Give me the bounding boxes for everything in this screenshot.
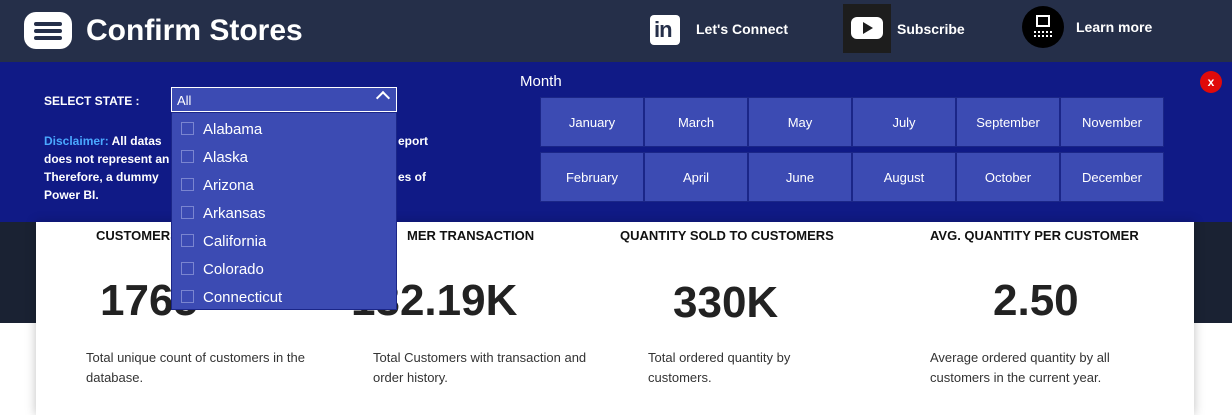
kpi-title-transactions: MER TRANSACTION bbox=[407, 228, 535, 243]
kpi-desc-avg-quantity: Average ordered quantity by all customer… bbox=[930, 350, 1110, 385]
kpi-desc-quantity: Total ordered quantity by customers. bbox=[648, 350, 791, 385]
state-option[interactable]: Colorado bbox=[172, 255, 396, 283]
kpi-desc-transactions: Total Customers with transaction and ord… bbox=[373, 350, 587, 385]
month-button[interactable]: October bbox=[956, 152, 1060, 202]
hamburger-menu-button[interactable] bbox=[24, 12, 72, 49]
top-header: Confirm Stores in Let's Connect Subscrib… bbox=[0, 0, 1232, 62]
state-option-label: Alaska bbox=[203, 149, 249, 166]
state-dropdown-list: Alabama Alaska Arizona Arkansas Californ… bbox=[171, 112, 397, 310]
menu-line-icon bbox=[34, 29, 62, 33]
chevron-up-icon[interactable] bbox=[375, 90, 391, 106]
month-button[interactable]: January bbox=[540, 97, 644, 147]
month-button[interactable]: December bbox=[1060, 152, 1164, 202]
app-title: Confirm Stores bbox=[86, 14, 303, 47]
kpi-title-customers: CUSTOMERS bbox=[96, 228, 179, 243]
disclaimer-heading: Disclaimer: bbox=[44, 134, 109, 148]
state-option-label: Arkansas bbox=[203, 205, 266, 222]
state-option[interactable]: California bbox=[172, 227, 396, 255]
checkbox-icon[interactable] bbox=[181, 150, 194, 163]
learn-more-icon[interactable] bbox=[1022, 6, 1064, 48]
state-option-label: Connecticut bbox=[203, 289, 283, 306]
kpi-desc-customers: Total unique count of customers in the d… bbox=[86, 350, 305, 385]
checkbox-icon[interactable] bbox=[181, 178, 194, 191]
state-option[interactable]: Alabama bbox=[172, 115, 396, 143]
kpi-value-avg-quantity: 2.50 bbox=[993, 276, 1079, 325]
month-button[interactable]: June bbox=[748, 152, 852, 202]
checkbox-icon[interactable] bbox=[181, 122, 194, 135]
state-option[interactable]: Arizona bbox=[172, 171, 396, 199]
state-option[interactable]: Arkansas bbox=[172, 199, 396, 227]
month-slicer: January March May July September Novembe… bbox=[540, 97, 1164, 202]
disclaimer-line: eport bbox=[398, 134, 428, 148]
menu-line-icon bbox=[34, 22, 62, 26]
state-option-label: Colorado bbox=[203, 261, 264, 278]
youtube-button[interactable] bbox=[843, 4, 891, 53]
month-title: Month bbox=[520, 73, 562, 90]
state-dropdown[interactable]: All bbox=[171, 87, 397, 112]
lets-connect-link[interactable]: Let's Connect bbox=[696, 21, 788, 37]
disclaimer-line: does not represent an bbox=[44, 152, 170, 166]
month-button[interactable]: May bbox=[748, 97, 852, 147]
linkedin-icon[interactable]: in bbox=[650, 15, 680, 45]
disclaimer-line: All datas bbox=[111, 134, 162, 148]
state-option-label: Arizona bbox=[203, 177, 254, 194]
month-button[interactable]: November bbox=[1060, 97, 1164, 147]
kpi-value-quantity: 330K bbox=[673, 278, 779, 327]
month-button[interactable]: July bbox=[852, 97, 956, 147]
checkbox-icon[interactable] bbox=[181, 290, 194, 303]
youtube-icon bbox=[851, 17, 883, 39]
menu-line-icon bbox=[34, 36, 62, 40]
month-button[interactable]: March bbox=[644, 97, 748, 147]
state-option-label: California bbox=[203, 233, 267, 250]
checkbox-icon[interactable] bbox=[181, 206, 194, 219]
learn-more-link[interactable]: Learn more bbox=[1076, 19, 1152, 35]
disclaimer-text-right: eport es of bbox=[398, 132, 428, 186]
kpi-title-avg-quantity: AVG. QUANTITY PER CUSTOMER bbox=[930, 228, 1139, 243]
disclaimer-text: Disclaimer: All datas does not represent… bbox=[44, 132, 174, 204]
state-option[interactable]: Connecticut bbox=[172, 283, 396, 311]
select-state-label: SELECT STATE : bbox=[44, 94, 140, 108]
disclaimer-line: es of bbox=[398, 170, 427, 184]
state-option[interactable]: Alaska bbox=[172, 143, 396, 171]
checkbox-icon[interactable] bbox=[181, 262, 194, 275]
checkbox-icon[interactable] bbox=[181, 234, 194, 247]
month-button[interactable]: September bbox=[956, 97, 1060, 147]
disclaimer-line: Power BI. bbox=[44, 188, 99, 202]
state-dropdown-value: All bbox=[177, 93, 192, 108]
disclaimer-line: Therefore, a dummy bbox=[44, 170, 159, 184]
close-button[interactable]: x bbox=[1200, 71, 1222, 93]
month-button[interactable]: April bbox=[644, 152, 748, 202]
state-option-label: Alabama bbox=[203, 121, 263, 138]
month-button[interactable]: February bbox=[540, 152, 644, 202]
kpi-title-quantity: QUANTITY SOLD TO CUSTOMERS bbox=[620, 228, 834, 243]
subscribe-link[interactable]: Subscribe bbox=[897, 21, 965, 37]
month-button[interactable]: August bbox=[852, 152, 956, 202]
